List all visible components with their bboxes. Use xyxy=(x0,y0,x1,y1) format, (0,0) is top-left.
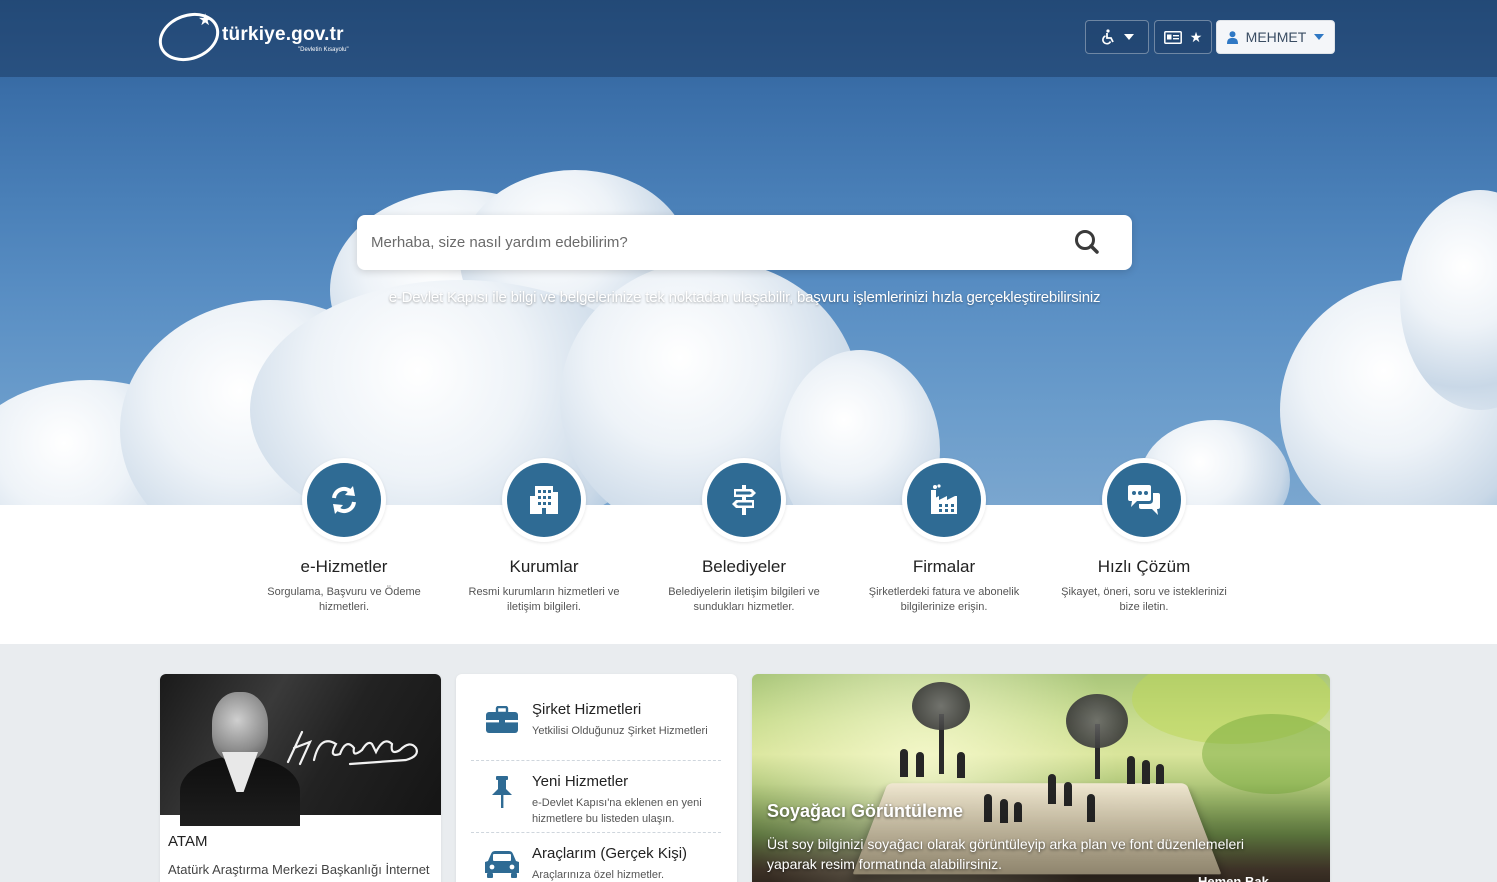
service-title: Şirket Hizmetleri xyxy=(532,701,642,718)
category-desc: Şikayet, öneri, soru ve isteklerinizi bi… xyxy=(1061,586,1227,613)
soyagaci-more-link[interactable]: Hemen Bak xyxy=(1198,874,1269,882)
logo-crescent-icon xyxy=(152,4,226,70)
chevron-down-icon xyxy=(1124,34,1134,40)
service-item-yeni-hizmetler[interactable]: Yeni Hizmetler e-Devlet Kapısı'na eklene… xyxy=(471,761,721,833)
star-icon: ★ xyxy=(1189,28,1203,45)
service-desc: Yetkilisi Olduğunuz Şirket Hizmetleri xyxy=(532,725,708,737)
refresh-icon xyxy=(332,486,356,514)
service-title: Yeni Hizmetler xyxy=(532,773,629,790)
category-title: Belediyeler xyxy=(701,557,787,576)
search-input[interactable] xyxy=(371,215,1051,270)
building-icon xyxy=(530,486,558,514)
chat-icon xyxy=(1128,485,1160,515)
category-kurumlar[interactable]: Kurumlar Resmi kurumların hizmetleri ve … xyxy=(449,458,639,615)
service-item-araclarim[interactable]: Araçlarım (Gerçek Kişi) Araçlarınıza öze… xyxy=(471,833,721,882)
soyagaci-title: Soyağacı Görüntüleme xyxy=(767,801,964,821)
category-belediyeler[interactable]: Belediyeler Belediyelerin iletişim bilgi… xyxy=(649,458,839,615)
hero-banner: ★ türkiye.gov.tr "Devletin Kısayolu" ★ M… xyxy=(0,0,1497,505)
site-logo[interactable]: ★ türkiye.gov.tr "Devletin Kısayolu" xyxy=(152,4,368,70)
atam-text: Atatürk Araştırma Merkezi Başkanlığı İnt… xyxy=(168,862,430,877)
category-hizli-cozum[interactable]: Hızlı Çözüm Şikayet, öneri, soru ve iste… xyxy=(1049,458,1239,615)
factory-icon xyxy=(931,484,957,514)
user-name: MEHMET xyxy=(1245,29,1307,45)
category-desc: Resmi kurumların hizmetleri ve iletişim … xyxy=(468,586,620,613)
search-button[interactable] xyxy=(1067,226,1107,260)
car-icon xyxy=(485,851,519,878)
soyagaci-card[interactable]: Soyağacı Görüntüleme Üst soy bilginizi s… xyxy=(752,674,1330,882)
category-desc: Şirketlerdeki fatura ve abonelik bilgile… xyxy=(868,586,1020,613)
tree-image xyxy=(912,682,970,730)
search-icon xyxy=(1075,230,1099,254)
signature-image xyxy=(286,730,418,766)
search-box xyxy=(357,215,1132,270)
hero-tagline: e-Devlet Kapısı ile bilgi ve belgelerini… xyxy=(388,289,1101,306)
logo-subtitle: "Devletin Kısayolu" xyxy=(298,47,349,53)
tree-image xyxy=(1066,694,1128,748)
atam-card[interactable]: ATAM Atatürk Araştırma Merkezi Başkanlığ… xyxy=(160,674,441,882)
wheelchair-icon xyxy=(1102,29,1114,45)
briefcase-icon xyxy=(486,706,518,733)
chevron-down-icon xyxy=(1314,34,1325,40)
service-desc: e-Devlet Kapısı'na eklenen en yeni hizme… xyxy=(532,797,702,825)
category-title: Firmalar xyxy=(912,557,976,576)
category-desc: Belediyelerin iletişim bilgileri ve sund… xyxy=(668,586,820,613)
category-title: Kurumlar xyxy=(509,557,579,576)
category-title: e-Hizmetler xyxy=(300,557,388,576)
pin-icon xyxy=(492,776,512,808)
atam-title: ATAM xyxy=(168,833,208,850)
user-menu-button[interactable]: MEHMET xyxy=(1216,20,1335,54)
atam-photo xyxy=(160,674,441,826)
service-title: Araçlarım (Gerçek Kişi) xyxy=(532,845,688,862)
logo-star-icon: ★ xyxy=(198,12,213,29)
accessibility-button[interactable] xyxy=(1085,20,1149,54)
service-item-sirket-hizmetleri[interactable]: Şirket Hizmetleri Yetkilisi Olduğunuz Şi… xyxy=(471,689,721,761)
category-firmalar[interactable]: Firmalar Şirketlerdeki fatura ve aboneli… xyxy=(849,458,1039,615)
id-card-icon xyxy=(1163,30,1182,44)
category-desc: Sorgulama, Başvuru ve Ödeme hizmetleri. xyxy=(267,586,421,613)
favorites-button[interactable]: ★ xyxy=(1154,20,1212,54)
category-e-hizmetler[interactable]: e-Hizmetler Sorgulama, Başvuru ve Ödeme … xyxy=(249,458,439,615)
user-icon xyxy=(1226,30,1238,44)
service-desc: Araçlarınıza özel hizmetler. xyxy=(532,869,665,881)
logo-text: türkiye.gov.tr xyxy=(222,24,344,45)
signpost-icon xyxy=(732,485,756,515)
category-title: Hızlı Çözüm xyxy=(1097,557,1191,576)
services-card: Şirket Hizmetleri Yetkilisi Olduğunuz Şi… xyxy=(456,674,737,882)
soyagaci-text: Üst soy bilginizi soyağacı olarak görünt… xyxy=(767,836,1245,872)
